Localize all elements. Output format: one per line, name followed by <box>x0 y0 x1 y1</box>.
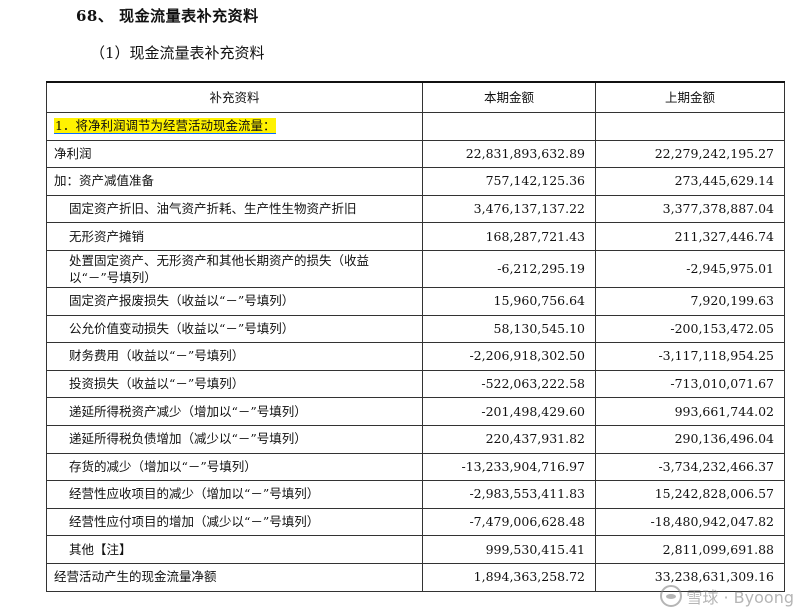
table-row: 递延所得税资产减少（增加以“－”号填列） -201,498,429.60 993,6… <box>46 397 785 426</box>
table-cell-empty <box>422 112 596 141</box>
table-row: 净利润 22,831,893,632.89 22,279,242,195.27 <box>46 139 785 169</box>
table-row: 经营性应收项目的减少（增加以“－”号填列） -2,983,553,411.83 15… <box>46 480 785 509</box>
current-period-amount: -201,498,429.60 <box>422 397 596 426</box>
current-period-amount: -13,233,904,716.97 <box>422 452 596 482</box>
prior-period-amount: -200,153,472.05 <box>595 314 785 344</box>
row-label: 加：资产减值准备 <box>46 167 423 196</box>
current-period-amount: 1,894,363,258.72 <box>422 562 596 592</box>
prior-period-amount: 7,920,199.63 <box>595 286 785 316</box>
table-row: 无形资产摊销 168,287,721.43 211,327,446.74 <box>46 222 785 251</box>
row-label: 经营活动产生的现金流量净额 <box>46 562 423 592</box>
snowball-logo-icon <box>660 585 683 607</box>
row-label: 其他【注】 <box>46 535 423 564</box>
current-period-amount: 168,287,721.43 <box>422 222 596 251</box>
table-row: 其他【注】 999,530,415.41 2,811,099,691.88 <box>46 535 785 564</box>
prior-period-amount: -3,117,118,954.25 <box>595 342 785 371</box>
watermark-text: 雪球 · Byoong <box>686 588 794 607</box>
xueqiu-watermark: 雪球 · Byoong <box>660 584 794 608</box>
table-row-section: 1．将净利润调节为经营活动现金流量： <box>46 112 785 141</box>
prior-period-amount: 3,377,378,887.04 <box>595 194 785 224</box>
column-header-prior: 上期金额 <box>595 81 785 113</box>
table-row: 加：资产减值准备 757,142,125.36 273,445,629.14 <box>46 167 785 196</box>
table-row: 公允价值变动损失（收益以“－”号填列） 58,130,545.10 -200,153… <box>46 314 785 344</box>
current-period-amount: 220,437,931.82 <box>422 424 596 454</box>
prior-period-amount: 15,242,828,006.57 <box>595 480 785 509</box>
prior-period-amount: 273,445,629.14 <box>595 167 785 196</box>
prior-period-amount: 993,661,744.02 <box>595 397 785 426</box>
column-header-current: 本期金额 <box>422 81 596 113</box>
table-row: 存货的减少（增加以“－”号填列） -13,233,904,716.97 -3,734… <box>46 452 785 482</box>
prior-period-amount: -2,945,975.01 <box>595 249 785 288</box>
current-period-amount: 15,960,756.64 <box>422 286 596 316</box>
prior-period-amount: 22,279,242,195.27 <box>595 139 785 169</box>
row-label: 处置固定资产、无形资产和其他长期资产的损失（收益以“－”号填列） <box>46 249 423 288</box>
row-label: 财务费用（收益以“－”号填列） <box>46 342 423 371</box>
table-cell-empty <box>595 112 785 141</box>
table-row: 固定资产报废损失（收益以“－”号填列） 15,960,756.64 7,920,19… <box>46 286 785 316</box>
current-period-amount: 757,142,125.36 <box>422 167 596 196</box>
table-row: 固定资产折旧、油气资产折耗、生产性生物资产折旧 3,476,137,137.22 3… <box>46 194 785 224</box>
table-header-row: 补充资料 本期金额 上期金额 <box>46 81 785 113</box>
row-label: 递延所得税负债增加（减少以“－”号填列） <box>46 424 423 454</box>
table-row: 投资损失（收益以“－”号填列） -522,063,222.58 -713,010,0… <box>46 369 785 399</box>
row-label: 固定资产折旧、油气资产折耗、生产性生物资产折旧 <box>46 194 423 224</box>
table-row: 递延所得税负债增加（减少以“－”号填列） 220,437,931.82 290,13… <box>46 424 785 454</box>
highlighted-section-label: 1．将净利润调节为经营活动现金流量： <box>54 118 277 135</box>
prior-period-amount: 290,136,496.04 <box>595 424 785 454</box>
prior-period-amount: -3,734,232,466.37 <box>595 452 785 482</box>
section-label-cell: 1．将净利润调节为经营活动现金流量： <box>46 112 423 141</box>
column-header-item: 补充资料 <box>46 81 423 113</box>
current-period-amount: -6,212,295.19 <box>422 249 596 288</box>
section-heading: 68、 现金流量表补充资料 <box>76 7 259 25</box>
prior-period-amount: 211,327,446.74 <box>595 222 785 251</box>
table-row: 经营性应付项目的增加（减少以“－”号填列） -7,479,006,628.48 -1… <box>46 507 785 537</box>
row-label: 递延所得税资产减少（增加以“－”号填列） <box>46 397 423 426</box>
sub-heading: （1）现金流量表补充资料 <box>90 44 265 62</box>
current-period-amount: -2,206,918,302.50 <box>422 342 596 371</box>
row-label: 投资损失（收益以“－”号填列） <box>46 369 423 399</box>
row-label: 存货的减少（增加以“－”号填列） <box>46 452 423 482</box>
row-label: 经营性应付项目的增加（减少以“－”号填列） <box>46 507 423 537</box>
current-period-amount: -2,983,553,411.83 <box>422 480 596 509</box>
prior-period-amount: 2,811,099,691.88 <box>595 535 785 564</box>
current-period-amount: 3,476,137,137.22 <box>422 194 596 224</box>
current-period-amount: 999,530,415.41 <box>422 535 596 564</box>
row-label: 公允价值变动损失（收益以“－”号填列） <box>46 314 423 344</box>
row-label: 无形资产摊销 <box>46 222 423 251</box>
current-period-amount: 22,831,893,632.89 <box>422 139 596 169</box>
prior-period-amount: -713,010,071.67 <box>595 369 785 399</box>
table-row: 财务费用（收益以“－”号填列） -2,206,918,302.50 -3,117,1… <box>46 342 785 371</box>
row-label: 固定资产报废损失（收益以“－”号填列） <box>46 286 423 316</box>
prior-period-amount: -18,480,942,047.82 <box>595 507 785 537</box>
row-label: 净利润 <box>46 139 423 169</box>
cash-flow-supplement-table: 补充资料 本期金额 上期金额 1．将净利润调节为经营活动现金流量： 净利润 22,… <box>46 81 785 592</box>
current-period-amount: 58,130,545.10 <box>422 314 596 344</box>
table-row: 处置固定资产、无形资产和其他长期资产的损失（收益以“－”号填列） -6,212,2… <box>46 249 785 288</box>
current-period-amount: -522,063,222.58 <box>422 369 596 399</box>
current-period-amount: -7,479,006,628.48 <box>422 507 596 537</box>
row-label: 经营性应收项目的减少（增加以“－”号填列） <box>46 480 423 509</box>
